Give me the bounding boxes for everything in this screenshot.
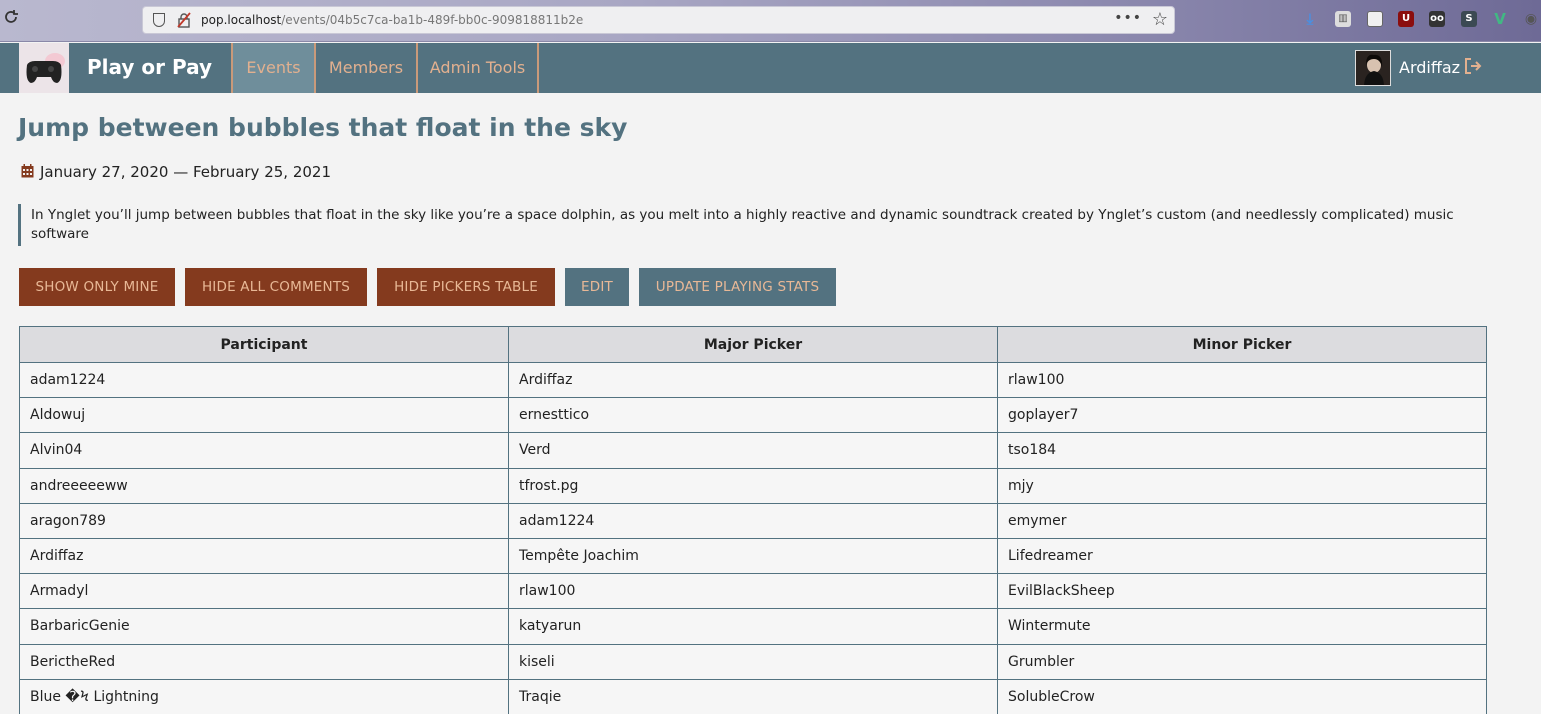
insecure-connection-icon[interactable] [177,12,191,32]
nav-members[interactable]: Members [316,43,416,93]
major-picker-cell: adam1224 [508,502,998,539]
major-picker-cell: kiseli [508,643,998,680]
table-row: aragon789 adam1224 emymer [19,502,1487,539]
table-row: Blue �Ϟ Lightning Traqie SolubleCrow [19,678,1487,714]
edit-button[interactable]: EDIT [565,268,629,306]
hide-pickers-table-button[interactable]: HIDE PICKERS TABLE [377,268,555,306]
table-row: Aldowuj ernesttico goplayer7 [19,397,1487,434]
url-bar[interactable]: pop.localhost/events/04b5c7ca-ba1b-489f-… [142,6,1175,34]
column-header-minor-picker: Minor Picker [997,326,1487,363]
bookmark-star-icon[interactable]: ☆ [1152,9,1168,30]
browser-toolbar: pop.localhost/events/04b5c7ca-ba1b-489f-… [0,0,1541,42]
date-range-text: January 27, 2020 — February 25, 2021 [40,163,331,181]
minor-picker-cell: tso184 [997,432,1487,469]
major-picker-cell: Ardiffaz [508,361,998,399]
logout-icon[interactable] [1463,57,1483,79]
sidebar-icon[interactable] [1367,11,1383,27]
participant-cell: Blue �Ϟ Lightning [19,678,509,714]
minor-picker-cell: mjy [997,467,1487,504]
minor-picker-cell: rlaw100 [997,361,1487,399]
user-name[interactable]: Ardiffaz [1399,58,1460,77]
calendar-icon [21,164,34,178]
update-playing-stats-button[interactable]: UPDATE PLAYING STATS [639,268,836,306]
major-picker-cell: Traqie [508,678,998,714]
hide-all-comments-button[interactable]: HIDE ALL COMMENTS [185,268,367,306]
minor-picker-cell: EvilBlackSheep [997,573,1487,610]
page-actions-icon[interactable]: ••• [1114,10,1142,26]
table-row: adam1224 Ardiffaz rlaw100 [19,361,1487,399]
table-row: Armadyl rlaw100 EvilBlackSheep [19,573,1487,610]
participant-cell: Ardiffaz [19,537,509,575]
major-picker-cell: Tempête Joachim [508,537,998,575]
participant-cell: BerictheRed [19,643,509,680]
participant-cell: Alvin04 [19,432,509,469]
vue-devtools-icon[interactable]: V [1492,11,1508,27]
account-icon[interactable]: ◉ [1523,11,1539,27]
participant-cell: adam1224 [19,361,509,399]
event-description: In Ynglet you’ll jump between bubbles th… [18,204,1488,246]
minor-picker-cell: Wintermute [997,608,1487,645]
table-row: andreeeeeww tfrost.pg mjy [19,467,1487,504]
column-header-major-picker: Major Picker [508,326,998,363]
nav-events[interactable]: Events [233,43,314,93]
table-row: BerictheRed kiseli Grumbler [19,643,1487,680]
table-row: BarbaricGenie katyarun Wintermute [19,608,1487,645]
event-dates: January 27, 2020 — February 25, 2021 [21,163,331,181]
pickers-table: Participant Major Picker Minor Picker ad… [19,326,1487,714]
minor-picker-cell: SolubleCrow [997,678,1487,714]
major-picker-cell: katyarun [508,608,998,645]
show-only-mine-button[interactable]: SHOW ONLY MINE [19,268,175,306]
participant-cell: Armadyl [19,573,509,610]
table-row: Alvin04 Verd tso184 [19,432,1487,469]
major-picker-cell: rlaw100 [508,573,998,610]
url-text[interactable]: pop.localhost/events/04b5c7ca-ba1b-489f-… [201,13,583,27]
download-icon[interactable]: ⤓ [1302,11,1318,27]
shield-icon[interactable] [153,13,165,27]
table-row: Ardiffaz Tempête Joachim Lifedreamer [19,537,1487,575]
minor-picker-cell: Grumbler [997,643,1487,680]
major-picker-cell: ernesttico [508,397,998,434]
nav-divider [537,43,539,93]
logo-image[interactable] [19,43,69,93]
library-icon[interactable]: ▥ [1335,11,1351,27]
participant-cell: BarbaricGenie [19,608,509,645]
url-host: pop.localhost [201,13,282,27]
stylus-icon[interactable]: S [1461,11,1477,27]
url-path: /events/04b5c7ca-ba1b-489f-bb0c-90981881… [281,13,584,27]
major-picker-cell: Verd [508,432,998,469]
reload-icon[interactable] [2,8,22,30]
brand-title[interactable]: Play or Pay [87,55,212,79]
table-header-row: Participant Major Picker Minor Picker [19,326,1487,363]
app-header: Play or Pay Events Members Admin Tools A… [0,43,1541,93]
ublock-icon[interactable]: U [1398,11,1414,27]
page-title: Jump between bubbles that float in the s… [18,113,628,142]
major-picker-cell: tfrost.pg [508,467,998,504]
minor-picker-cell: goplayer7 [997,397,1487,434]
user-avatar[interactable] [1355,50,1391,86]
minor-picker-cell: Lifedreamer [997,537,1487,575]
participant-cell: aragon789 [19,502,509,539]
participant-cell: Aldowuj [19,397,509,434]
nav-admin-tools[interactable]: Admin Tools [418,43,537,93]
participant-cell: andreeeeeww [19,467,509,504]
column-header-participant: Participant [19,326,509,363]
minor-picker-cell: emymer [997,502,1487,539]
glasses-extension-icon[interactable]: oo [1429,11,1445,27]
